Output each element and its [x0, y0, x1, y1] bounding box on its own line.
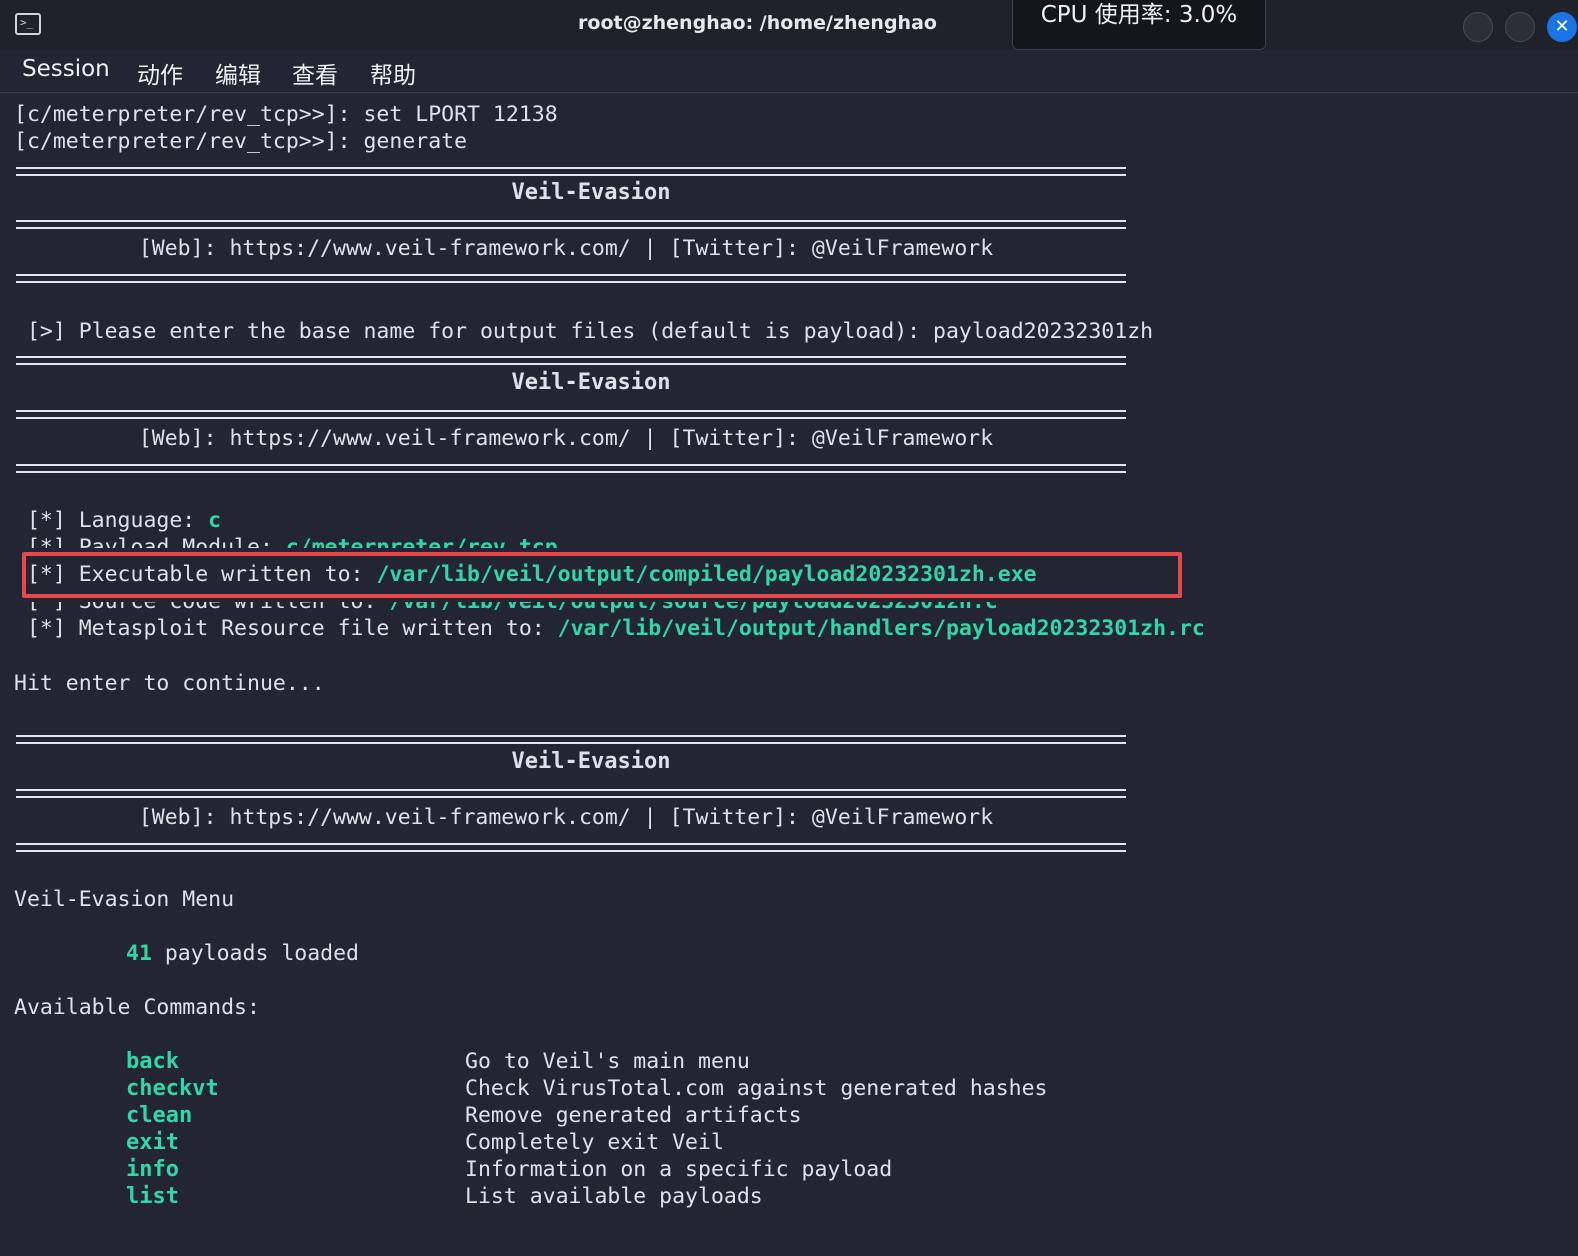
command-description: Remove generated artifacts: [465, 1103, 802, 1128]
title-bar: >_ root@zhenghao: /home/zhenghao ✕: [0, 0, 1578, 51]
menu-title: Veil-Evasion Menu: [14, 887, 235, 912]
source-code-line: [*] Source code written to: /var/lib/vei…: [14, 602, 998, 615]
label-text: [*] Metasploit Resource file written to:: [14, 616, 558, 641]
label-text: [*] Payload Module:: [14, 535, 286, 548]
separator: [16, 464, 1126, 473]
cpu-usage-tooltip: CPU 使用率: 3.0%: [1012, 0, 1266, 50]
menu-session[interactable]: Session: [22, 56, 110, 82]
payload-module-value: c/meterpreter/rev_tcp: [285, 535, 558, 548]
resource-file-path: /var/lib/veil/output/handlers/payload202…: [557, 616, 1205, 641]
payload-count: 41: [126, 941, 152, 966]
prompt-answer: payload20232301zh: [933, 319, 1154, 344]
terminal-output[interactable]: [c/meterpreter/rev_tcp>>]: set LPORT 121…: [0, 92, 1578, 1256]
payload-module-line: [*] Payload Module: c/meterpreter/rev_tc…: [14, 534, 558, 548]
menu-view[interactable]: 查看: [292, 56, 338, 90]
minimize-icon[interactable]: [1463, 12, 1493, 42]
command-name: checkvt: [126, 1076, 219, 1101]
prompt-text: [>] Please enter the base name for outpu…: [14, 319, 934, 344]
command-description: Completely exit Veil: [465, 1130, 724, 1155]
command-line: [c/meterpreter/rev_tcp>>]: set LPORT 121…: [14, 102, 558, 127]
separator: [16, 410, 1126, 419]
highlight-box: [22, 552, 1182, 598]
payloads-loaded-text: payloads loaded: [151, 941, 359, 966]
source-code-path: /var/lib/veil/output/source/payload20232…: [389, 602, 997, 614]
banner-web-line: [Web]: https://www.veil-framework.com/ |…: [138, 236, 994, 261]
separator: [16, 356, 1126, 365]
menu-bar: Session 动作 编辑 查看 帮助: [0, 50, 1578, 93]
command-name: back: [126, 1049, 179, 1074]
maximize-icon[interactable]: [1505, 12, 1535, 42]
separator: [16, 220, 1126, 229]
banner-web-line: [Web]: https://www.veil-framework.com/ |…: [138, 805, 994, 830]
banner-web-line: [Web]: https://www.veil-framework.com/ |…: [138, 426, 994, 451]
payloads-loaded-line: 41 payloads loaded: [126, 940, 359, 967]
command-description: Go to Veil's main menu: [465, 1049, 750, 1074]
command-name: list: [126, 1184, 179, 1209]
label-text: [*] Language:: [14, 508, 209, 533]
command-name: clean: [126, 1103, 193, 1128]
available-commands-heading: Available Commands:: [14, 995, 260, 1020]
hit-enter-line: Hit enter to continue...: [14, 671, 325, 696]
separator: [16, 735, 1126, 744]
command-line: [c/meterpreter/rev_tcp>>]: generate: [14, 129, 468, 154]
language-line: [*] Language: c: [14, 507, 221, 534]
command-description: Check VirusTotal.com against generated h…: [465, 1076, 1048, 1101]
menu-edit[interactable]: 编辑: [215, 56, 261, 90]
banner-title: Veil-Evasion: [511, 180, 671, 205]
window-title: root@zhenghao: /home/zhenghao: [578, 12, 937, 34]
separator: [16, 167, 1126, 176]
menu-help[interactable]: 帮助: [370, 56, 416, 90]
command-description: Information on a specific payload: [465, 1157, 893, 1182]
output-name-prompt: [>] Please enter the base name for outpu…: [14, 318, 1153, 345]
resource-file-line: [*] Metasploit Resource file written to:…: [14, 615, 1205, 642]
command-description: List available payloads: [465, 1184, 763, 1209]
separator: [16, 789, 1126, 798]
command-name: exit: [126, 1130, 179, 1155]
close-icon[interactable]: ✕: [1547, 12, 1577, 42]
command-name: info: [126, 1157, 179, 1182]
menu-action[interactable]: 动作: [137, 56, 183, 90]
label-text: [*] Source code written to:: [14, 602, 389, 614]
separator: [16, 274, 1126, 283]
banner-title: Veil-Evasion: [511, 370, 671, 395]
separator: [16, 843, 1126, 852]
language-value: c: [208, 508, 222, 533]
banner-title: Veil-Evasion: [511, 749, 671, 774]
